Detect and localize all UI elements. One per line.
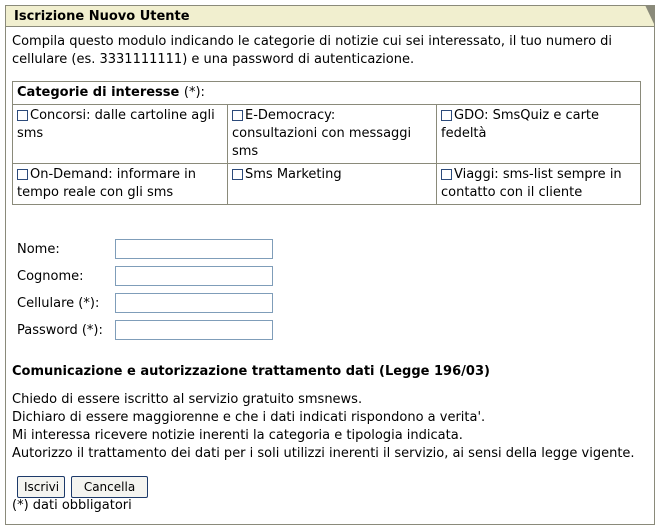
- privacy-line-4: Autorizzo il trattamento dei dati per i …: [12, 446, 635, 461]
- category-concorsi-line1: Concorsi: dalle cartoline agli: [30, 108, 215, 123]
- nome-input[interactable]: [115, 239, 273, 259]
- privacy-line-3: Mi interessa ricevere notizie inerenti l…: [12, 428, 463, 443]
- privacy-line-1: Chiedo di essere iscritto al servizio gr…: [12, 392, 363, 407]
- intro-line-2: cellulare (es. 3331111111) e una passwor…: [12, 52, 415, 67]
- cognome-label: Cognome:: [17, 269, 84, 284]
- category-edemocracy-line3: sms: [232, 144, 259, 159]
- category-cell-smsmarketing: Sms Marketing: [227, 163, 437, 205]
- cognome-input[interactable]: [115, 266, 273, 286]
- intro-line-1: Compila questo modulo indicando le categ…: [12, 34, 613, 49]
- category-cell-edemocracy: E-Democracy: consultazioni con messaggi …: [227, 104, 437, 164]
- category-cell-gdo: GDO: SmsQuiz e carte fedeltà: [435, 104, 642, 164]
- category-gdo-line1: GDO: SmsQuiz e carte: [454, 108, 600, 123]
- category-viaggi-line1: Viaggi: sms-list sempre in: [454, 167, 622, 182]
- checkbox-concorsi[interactable]: [17, 110, 28, 121]
- categories-table: Categorie di interesse (*): Concorsi: da…: [11, 81, 642, 205]
- privacy-section-title: Comunicazione e autorizzazione trattamen…: [12, 364, 490, 379]
- category-edemocracy-line2: consultazioni con messaggi: [232, 126, 412, 141]
- category-gdo-line2: fedeltà: [441, 126, 487, 141]
- cellulare-label: Cellulare (*):: [17, 296, 100, 311]
- categories-header-label: Categorie di interesse: [17, 85, 180, 100]
- password-label: Password (*):: [17, 323, 103, 338]
- panel-titlebar: Iscrizione Nuovo Utente: [6, 5, 655, 27]
- privacy-text: Chiedo di essere iscritto al servizio gr…: [12, 391, 635, 463]
- panel-title: Iscrizione Nuovo Utente: [14, 9, 190, 24]
- password-input[interactable]: [115, 320, 273, 340]
- checkbox-gdo[interactable]: [441, 110, 452, 121]
- category-cell-viaggi: Viaggi: sms-list sempre in contatto con …: [435, 163, 642, 205]
- categories-required-mark: (*):: [183, 85, 205, 100]
- cellulare-input[interactable]: [115, 293, 273, 313]
- required-fields-note: (*) dati obbligatori: [12, 498, 132, 513]
- checkbox-viaggi[interactable]: [441, 169, 452, 180]
- nome-label: Nome:: [17, 242, 60, 257]
- category-concorsi-line2: sms: [17, 126, 44, 141]
- category-ondemand-line2: tempo reale con gli sms: [17, 185, 174, 200]
- category-cell-concorsi: Concorsi: dalle cartoline agli sms: [12, 104, 228, 164]
- intro-text: Compila questo modulo indicando le categ…: [12, 33, 632, 69]
- category-viaggi-line2: contatto con il cliente: [441, 185, 583, 200]
- checkbox-edemocracy[interactable]: [232, 110, 243, 121]
- category-smsmarketing-line1: Sms Marketing: [245, 167, 342, 182]
- categories-header: Categorie di interesse (*):: [11, 81, 642, 105]
- category-edemocracy-line1: E-Democracy:: [245, 108, 336, 123]
- titlebar-corner-decoration: [645, 5, 655, 26]
- category-ondemand-line1: On-Demand: informare in: [30, 167, 196, 182]
- checkbox-smsmarketing[interactable]: [232, 169, 243, 180]
- cancella-button[interactable]: Cancella: [71, 476, 148, 498]
- category-cell-ondemand: On-Demand: informare in tempo reale con …: [12, 163, 228, 205]
- iscrivi-button[interactable]: Iscrivi: [17, 476, 65, 498]
- privacy-line-2: Dichiaro di essere maggiorenne e che i d…: [12, 410, 486, 425]
- checkbox-ondemand[interactable]: [17, 169, 28, 180]
